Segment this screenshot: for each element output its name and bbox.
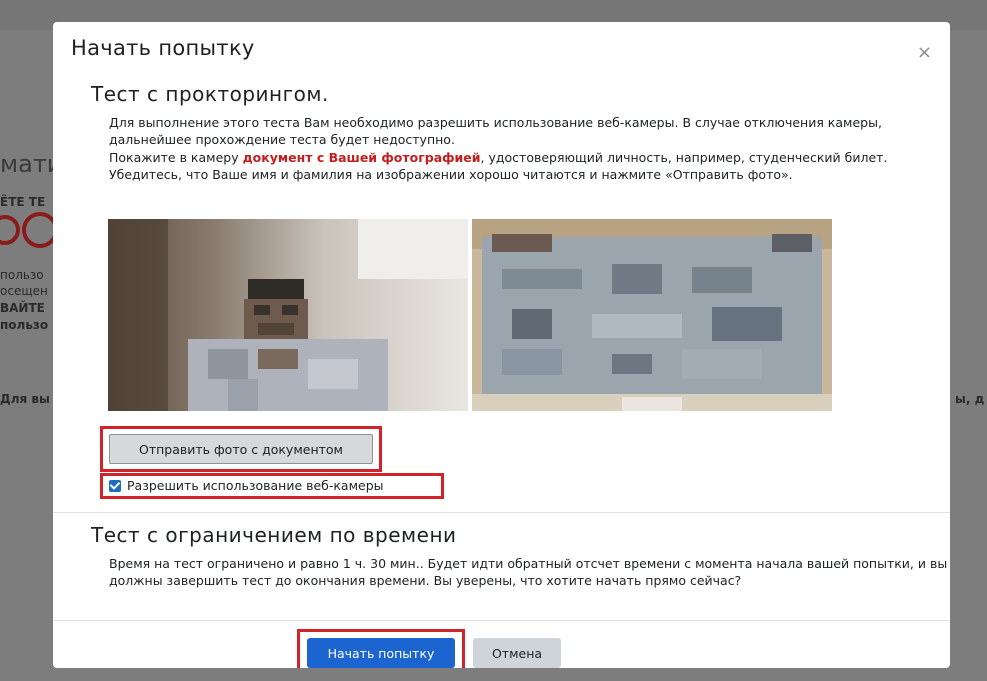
- pixelated-document-image: [472, 219, 832, 411]
- webcam-checkbox[interactable]: [109, 479, 121, 492]
- document-photo: [472, 219, 832, 411]
- bg-fragment: осещен: [0, 284, 48, 298]
- webcam-permission-row[interactable]: Разрешить использование веб-камеры: [109, 478, 384, 493]
- proctoring-description: Для выполнение этого теста Вам необходим…: [109, 115, 882, 147]
- section-divider: [53, 512, 950, 513]
- bg-fragment: пользо: [0, 268, 44, 282]
- bg-fragment: ВАЙТЕ: [0, 301, 45, 315]
- cancel-button[interactable]: Отмена: [473, 638, 561, 668]
- proctoring-instructions: Покажите в камеру документ с Вашей фотог…: [109, 149, 949, 183]
- webcam-checkbox-label[interactable]: Разрешить использование веб-камеры: [127, 478, 384, 493]
- bg-fragment: Для вы: [0, 392, 50, 406]
- bg-fragment: пользо: [0, 318, 49, 332]
- modal-header: Начать попытку ×: [53, 22, 950, 80]
- bg-forbidden-icon: [0, 215, 20, 245]
- webcam-photo: [108, 219, 468, 411]
- instructions-highlight: документ с Вашей фотографией: [242, 150, 481, 165]
- send-photo-button[interactable]: Отправить фото с документом: [109, 434, 373, 464]
- bg-fragment: ЁТЕ ТЕ: [0, 195, 46, 209]
- bg-fragment: ы, д: [955, 392, 985, 406]
- instructions-text: Покажите в камеру: [109, 150, 243, 165]
- start-attempt-button[interactable]: Начать попытку: [307, 638, 455, 668]
- close-icon[interactable]: ×: [917, 42, 932, 63]
- footer-divider: [53, 620, 950, 621]
- proctoring-heading: Тест с прокторингом.: [91, 82, 329, 106]
- start-attempt-modal: Начать попытку × Тест с прокторингом. Дл…: [53, 22, 950, 668]
- time-limit-heading: Тест с ограничением по времени: [91, 523, 457, 547]
- pixelated-face-image: [108, 219, 468, 411]
- modal-title: Начать попытку: [71, 36, 255, 60]
- time-limit-description: Время на тест ограничено и равно 1 ч. 30…: [109, 556, 948, 588]
